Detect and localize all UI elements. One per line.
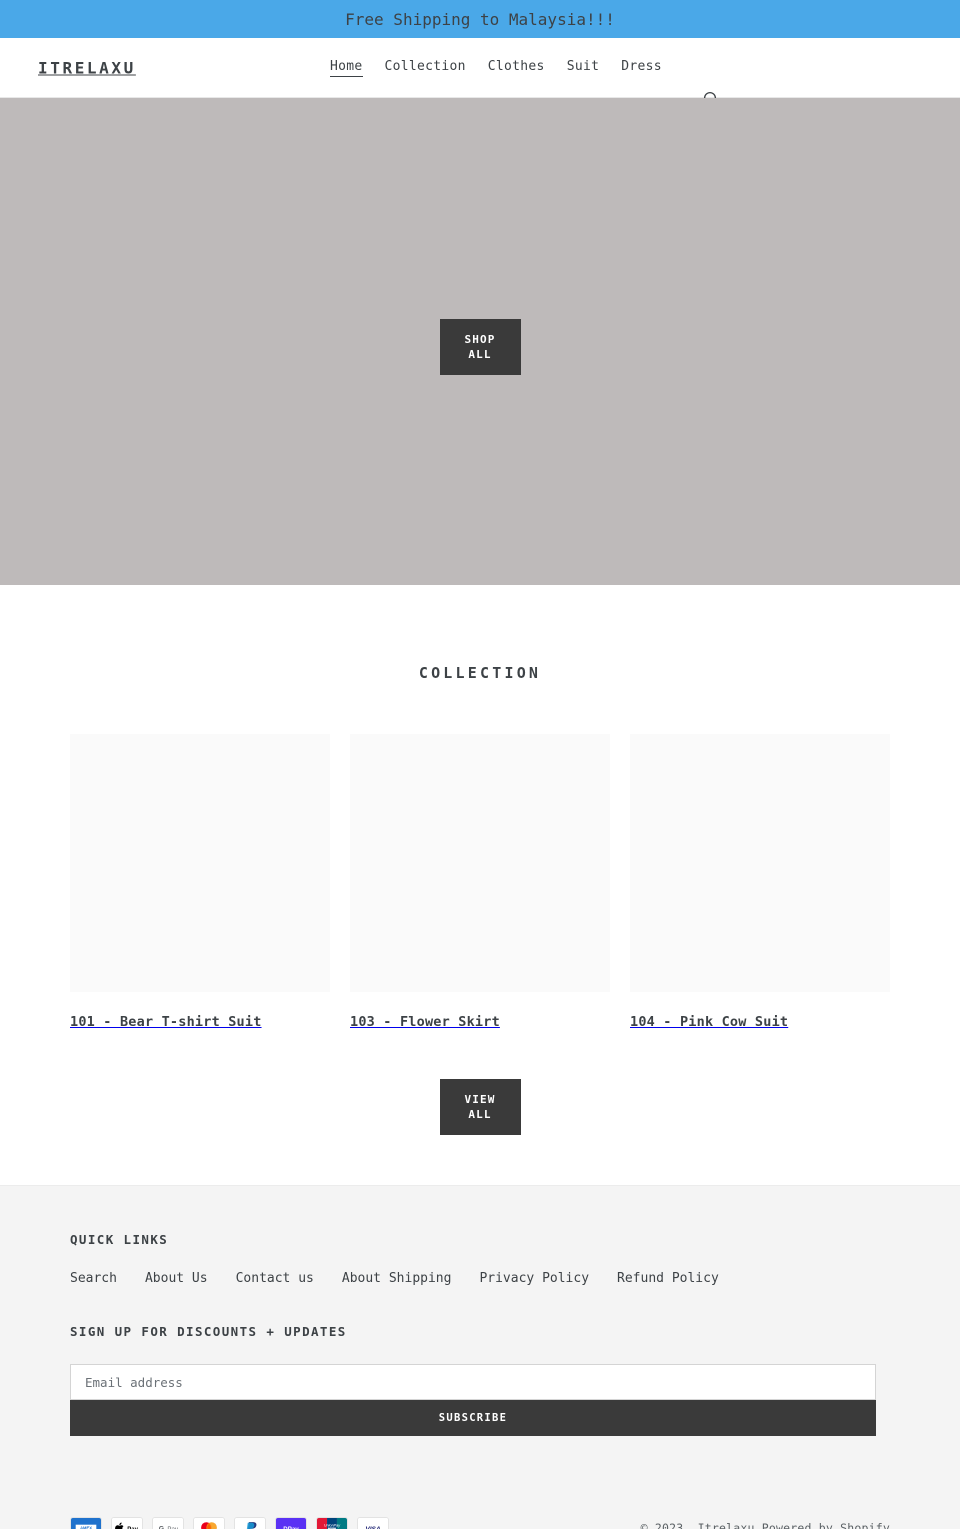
copyright-text: © 2023, Itrelaxu Powered by Shopify: [641, 1521, 890, 1529]
paypal-icon: [234, 1517, 266, 1529]
nav-item-dress[interactable]: Dress: [621, 59, 662, 76]
shop-pay-icon: DPay: [275, 1517, 307, 1529]
google-pay-icon: G Pay: [152, 1517, 184, 1529]
product-image: [70, 734, 330, 992]
view-all-container: VIEW ALL: [0, 1079, 960, 1185]
quick-link-about-us[interactable]: About Us: [145, 1271, 208, 1286]
product-card[interactable]: 101 - Bear T-shirt Suit: [70, 734, 330, 1030]
nav-item-suit[interactable]: Suit: [567, 59, 600, 76]
quick-link-search[interactable]: Search: [70, 1271, 117, 1286]
quick-link-about-shipping[interactable]: About Shipping: [342, 1271, 452, 1286]
announcement-text: Free Shipping to Malaysia!!!: [345, 9, 615, 29]
visa-icon: VISA: [357, 1517, 389, 1529]
quick-links-heading: QUICK LINKS: [70, 1232, 169, 1247]
mastercard-icon: [193, 1517, 225, 1529]
product-image: [350, 734, 610, 992]
site-header: ITRELAXU Home Collection Clothes Suit Dr…: [0, 38, 960, 126]
subscribe-button[interactable]: SUBSCRIBE: [70, 1400, 876, 1436]
powered-by-shopify-link[interactable]: Powered by Shopify: [762, 1521, 890, 1529]
quick-link-contact-us[interactable]: Contact us: [236, 1271, 314, 1286]
shop-name-link[interactable]: Itrelaxu: [698, 1521, 755, 1529]
copyright-year: © 2023,: [640, 1520, 691, 1529]
newsletter-heading: SIGN UP FOR DISCOUNTS + UPDATES: [70, 1324, 347, 1339]
shop-all-button[interactable]: SHOP ALL: [439, 318, 521, 375]
nav-item-clothes[interactable]: Clothes: [488, 59, 545, 76]
announcement-bar: Free Shipping to Malaysia!!!: [0, 0, 960, 38]
shop-all-line1: SHOP: [464, 332, 496, 346]
site-logo[interactable]: ITRELAXU: [38, 58, 136, 77]
union-pay-icon: UnionPay 银联: [316, 1517, 348, 1529]
product-image: [630, 734, 890, 992]
view-all-button[interactable]: VIEW ALL: [439, 1079, 521, 1135]
product-title: 101 - Bear T-shirt Suit: [70, 1014, 262, 1030]
footer-bottom-bar: AMEX Pay G Pay: [70, 1517, 890, 1529]
american-express-icon: AMEX: [70, 1517, 102, 1529]
email-input[interactable]: [70, 1364, 876, 1400]
collection-section: COLLECTION 101 - Bear T-shirt Suit 103 -…: [0, 585, 960, 1185]
product-title: 104 - Pink Cow Suit: [630, 1014, 789, 1030]
site-footer: QUICK LINKS Search About Us Contact us A…: [0, 1185, 960, 1529]
view-all-line2: ALL: [468, 1108, 492, 1121]
svg-text:AMEX: AMEX: [80, 1525, 92, 1529]
quick-links-list: Search About Us Contact us About Shippin…: [70, 1271, 890, 1286]
product-title: 103 - Flower Skirt: [350, 1014, 500, 1030]
product-grid: 101 - Bear T-shirt Suit 103 - Flower Ski…: [0, 734, 960, 1030]
collection-title: COLLECTION: [418, 664, 542, 682]
product-card[interactable]: 104 - Pink Cow Suit: [630, 734, 890, 1030]
shop-all-line2: ALL: [468, 347, 492, 361]
quick-link-privacy-policy[interactable]: Privacy Policy: [479, 1271, 589, 1286]
nav-item-home[interactable]: Home: [330, 59, 363, 77]
view-all-line1: VIEW: [464, 1093, 496, 1106]
main-navigation: Home Collection Clothes Suit Dress: [330, 59, 662, 77]
payment-methods: AMEX Pay G Pay: [70, 1517, 389, 1529]
storefront-page: Free Shipping to Malaysia!!! ITRELAXU Ho…: [0, 0, 960, 1529]
apple-pay-icon: Pay: [111, 1517, 143, 1529]
quick-link-refund-policy[interactable]: Refund Policy: [617, 1271, 719, 1286]
hero-banner: SHOP ALL: [0, 98, 960, 585]
nav-item-collection[interactable]: Collection: [385, 59, 466, 76]
product-card[interactable]: 103 - Flower Skirt: [350, 734, 610, 1030]
